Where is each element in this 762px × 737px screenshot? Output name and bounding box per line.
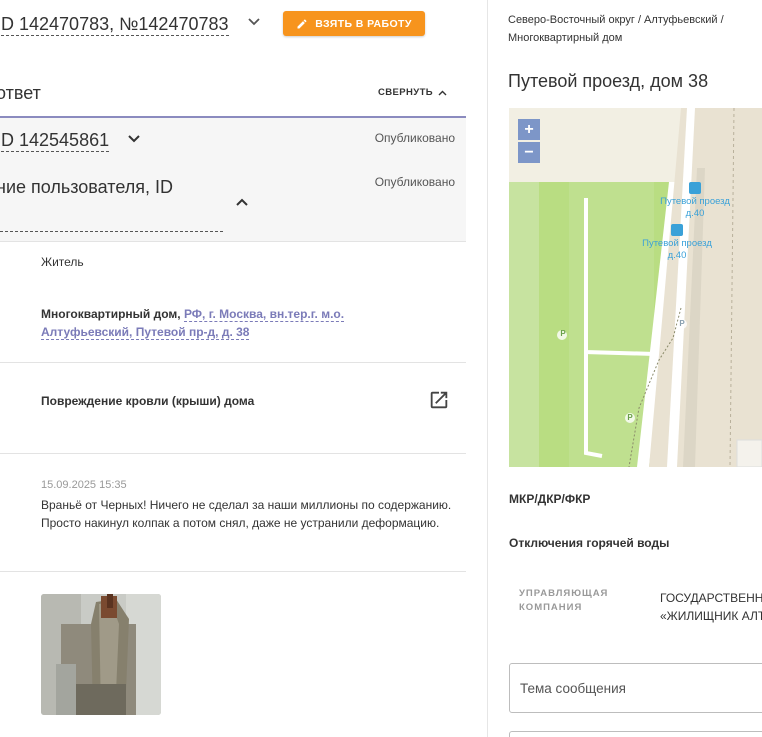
map-canvas: [509, 108, 762, 467]
request-title[interactable]: ID 142470783, №142470783: [0, 13, 229, 36]
breadcrumb-line2[interactable]: Многоквартирный дом: [508, 32, 622, 44]
comment-text: Враньё от Черных! Ничего не сделал за на…: [41, 498, 452, 530]
chevron-down-icon[interactable]: [127, 134, 141, 144]
status-badge: Опубликовано: [374, 175, 455, 189]
hot-water-label: Отключения горячей воды: [509, 536, 670, 550]
breadcrumb-line1[interactable]: Северо-Восточный округ / Алтуфьевский /: [508, 14, 724, 26]
chevron-up-icon: [438, 90, 447, 95]
chevron-up-icon[interactable]: [235, 197, 249, 207]
repair-program-label: МКР/ДКР/ФКР: [509, 492, 591, 506]
attached-photo[interactable]: [41, 594, 161, 715]
user-message-title[interactable]: ние пользователя, ID: [0, 177, 173, 198]
bus-stop-label[interactable]: Путевой проезд д.40: [645, 196, 745, 220]
object-address-title: Путевой проезд, дом 38: [508, 71, 709, 91]
pencil-icon: [297, 18, 307, 28]
breadcrumb: Северо-Восточный округ / Алтуфьевский / …: [508, 11, 758, 47]
building-type: Многоквартирный дом,: [41, 307, 181, 321]
parking-icon: P: [627, 413, 633, 422]
comment-date: 15.09.2025 15:35: [41, 479, 127, 491]
collapse-label: СВЕРНУТЬ: [378, 87, 433, 98]
answer-id-link[interactable]: ID 142545861: [0, 130, 110, 152]
problem-title: Повреждение кровли (крыши) дома: [41, 394, 255, 408]
request-panel: ID 142470783, №142470783 ВЗЯТЬ В РАБОТУ …: [0, 0, 466, 737]
management-company-value: ГОСУДАРСТВЕНН «ЖИЛИЩНИК АЛТ: [660, 591, 762, 623]
take-to-work-button[interactable]: ВЗЯТЬ В РАБОТУ: [283, 11, 425, 36]
answers-list: ID 142545861 Опубликовано ние пользовате…: [0, 116, 466, 242]
parking-icon: P: [679, 319, 685, 328]
user-message-underline: [0, 231, 223, 232]
parking-icon: P: [560, 329, 566, 338]
message-subject-input[interactable]: [509, 663, 762, 713]
divider: [0, 453, 466, 454]
management-company-label: УПРАВЛЯЮЩАЯ КОМПАНИЯ: [519, 588, 609, 613]
bus-stop-label[interactable]: Путевой проезд д.40: [627, 238, 727, 262]
address-link-line2[interactable]: Алтуфьевский, Путевой пр-д, д. 38: [41, 325, 250, 340]
status-badge: Опубликовано: [374, 131, 455, 145]
answer-section-title: ответ: [0, 83, 41, 103]
zoom-out-button[interactable]: −: [518, 142, 540, 163]
divider: [0, 362, 466, 363]
open-external-icon[interactable]: [428, 389, 450, 411]
zoom-in-button[interactable]: +: [518, 119, 540, 140]
map[interactable]: + − Путевой проезд д.40 Путевой проезд д…: [509, 108, 762, 467]
address-link-line1[interactable]: РФ, г. Москва, вн.тер.г. м.о.: [183, 307, 345, 322]
object-address: Многоквартирный дом, РФ, г. Москва, вн.т…: [41, 305, 361, 341]
divider: [0, 571, 466, 572]
collapse-button[interactable]: СВЕРНУТЬ: [378, 87, 447, 98]
message-body-input[interactable]: [509, 731, 762, 737]
chevron-down-icon[interactable]: [247, 17, 261, 27]
object-sidebar: Северо-Восточный округ / Алтуфьевский / …: [488, 0, 762, 737]
take-to-work-label: ВЗЯТЬ В РАБОТУ: [315, 17, 412, 30]
author-role: Житель: [41, 255, 84, 269]
